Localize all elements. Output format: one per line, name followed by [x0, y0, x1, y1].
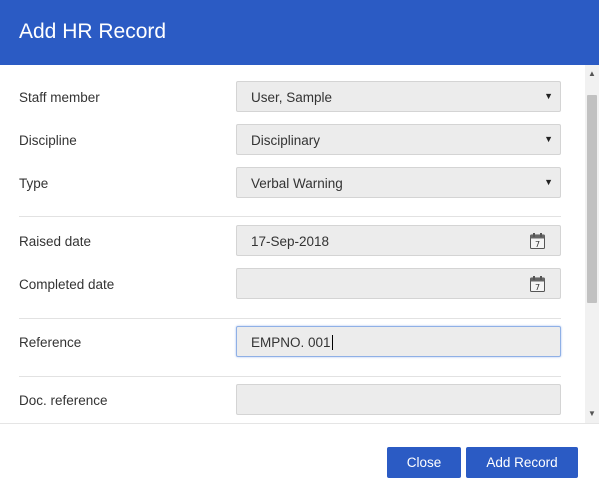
- type-value: Verbal Warning: [251, 176, 343, 191]
- type-select[interactable]: Verbal Warning ▼: [236, 167, 561, 198]
- staff-member-value: User, Sample: [251, 90, 333, 105]
- close-button[interactable]: Close: [387, 447, 461, 478]
- vertical-scrollbar[interactable]: ▲ ▼: [585, 65, 599, 423]
- dialog-header: Add HR Record: [0, 0, 599, 65]
- type-label: Type: [19, 176, 49, 191]
- scroll-up-arrow-icon[interactable]: ▲: [585, 67, 599, 81]
- discipline-label: Discipline: [19, 133, 77, 148]
- divider: [19, 376, 561, 377]
- add-record-button[interactable]: Add Record: [466, 447, 578, 478]
- svg-text:7: 7: [535, 283, 540, 292]
- doc-reference-label: Doc. reference: [19, 393, 108, 408]
- calendar-icon[interactable]: 7: [530, 276, 545, 292]
- discipline-select[interactable]: Disciplinary ▼: [236, 124, 561, 155]
- text-cursor: [331, 335, 333, 350]
- calendar-icon[interactable]: 7: [530, 233, 545, 249]
- raised-date-field[interactable]: 17-Sep-2018 7: [236, 225, 561, 256]
- dialog-body: Staff member User, Sample ▼ Discipline D…: [0, 65, 585, 423]
- scrollbar-thumb[interactable]: [587, 95, 597, 303]
- staff-member-label: Staff member: [19, 90, 100, 105]
- staff-member-select[interactable]: User, Sample ▼: [236, 81, 561, 112]
- divider: [19, 216, 561, 217]
- completed-date-field[interactable]: 7: [236, 268, 561, 299]
- svg-text:7: 7: [535, 240, 540, 249]
- doc-reference-input[interactable]: [236, 384, 561, 415]
- footer-divider: [0, 423, 599, 424]
- discipline-value: Disciplinary: [251, 133, 321, 148]
- scroll-down-arrow-icon[interactable]: ▼: [585, 407, 599, 421]
- caret-down-icon: ▼: [544, 134, 553, 144]
- dialog-title: Add HR Record: [19, 20, 167, 43]
- reference-value: EMPNO. 001: [251, 335, 333, 350]
- reference-label: Reference: [19, 335, 82, 350]
- completed-date-label: Completed date: [19, 277, 115, 292]
- caret-down-icon: ▼: [544, 91, 553, 101]
- raised-date-label: Raised date: [19, 234, 92, 249]
- caret-down-icon: ▼: [544, 177, 553, 187]
- reference-input[interactable]: EMPNO. 001: [236, 326, 561, 357]
- raised-date-value: 17-Sep-2018: [251, 234, 330, 249]
- divider: [19, 318, 561, 319]
